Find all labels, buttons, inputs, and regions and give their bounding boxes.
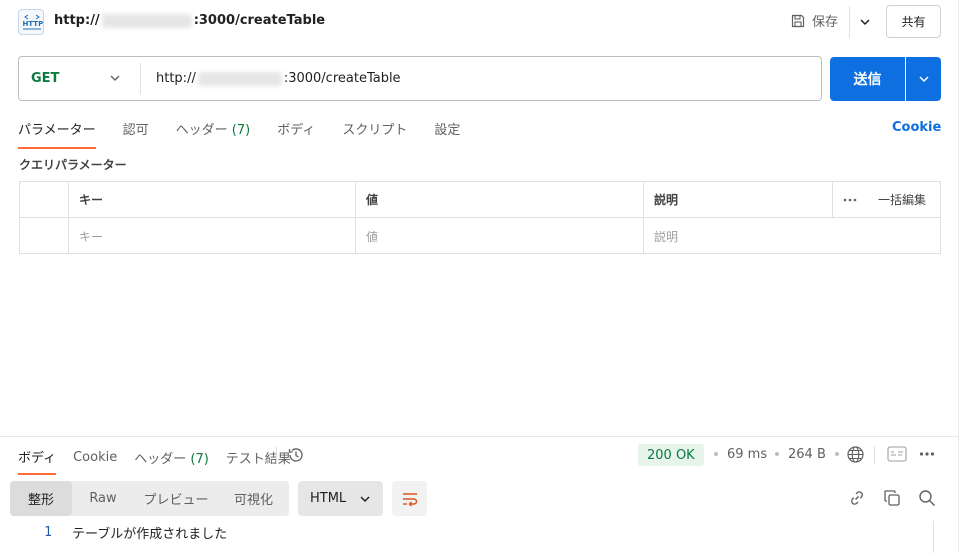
tab-authorization[interactable]: 認可: [123, 119, 149, 149]
request-tabs: パラメーター 認可 ヘッダー (7) ボディ スクリプト 設定: [18, 119, 487, 149]
value-input[interactable]: 値: [356, 218, 644, 254]
format-toggle: 整形 Raw プレビュー 可視化: [10, 481, 289, 516]
http-icon-text: HTTP: [23, 20, 44, 28]
more-options-icon[interactable]: [843, 198, 857, 202]
key-input[interactable]: キー: [69, 218, 356, 254]
save-label: 保存: [812, 15, 839, 30]
response-size[interactable]: 264 B: [788, 447, 826, 462]
globe-icon[interactable]: [846, 445, 865, 464]
column-header-description: 説明: [644, 182, 833, 217]
url-input[interactable]: http:// :3000/createTable: [156, 71, 401, 86]
response-tabs: ボディ Cookie ヘッダー (7) テスト結果: [18, 447, 308, 475]
tab-count: (7): [231, 123, 251, 138]
response-time[interactable]: 69 ms: [727, 447, 767, 462]
cookies-link[interactable]: Cookie: [892, 120, 941, 135]
tab-label: ボディ: [277, 123, 316, 138]
row-checkbox-cell: [20, 218, 69, 254]
scrollbar[interactable]: [933, 521, 934, 553]
checkbox-column: [20, 182, 69, 217]
url-bar: GET http:// :3000/createTable: [18, 56, 822, 101]
column-header-key: キー: [69, 182, 356, 217]
http-request-icon: HTTP: [18, 9, 44, 35]
tab-scripts[interactable]: スクリプト: [342, 119, 407, 149]
line-number: 1: [44, 524, 52, 540]
search-icon[interactable]: [918, 489, 936, 507]
redacted-host: [197, 71, 282, 86]
method-select[interactable]: GET: [31, 71, 59, 86]
tab-body[interactable]: ボディ: [277, 119, 315, 149]
history-icon[interactable]: [287, 446, 305, 464]
tabs-divider: [276, 446, 277, 464]
chevron-down-icon: [918, 73, 930, 85]
tab-label: Cookie: [73, 450, 118, 465]
url-prefix: http://: [156, 71, 196, 86]
tab-params[interactable]: パラメーター: [18, 119, 96, 149]
separator-dot: [714, 452, 718, 456]
wrap-lines-button[interactable]: [392, 481, 427, 516]
tab-response-headers[interactable]: ヘッダー (7): [134, 448, 209, 474]
tab-label: 認可: [122, 123, 149, 138]
save-example-icon[interactable]: [887, 446, 907, 462]
format-visualize[interactable]: 可視化: [218, 481, 289, 516]
separator-dot: [775, 452, 779, 456]
method-divider: [140, 63, 141, 94]
title-url-prefix: http://: [54, 13, 100, 28]
chevron-down-icon: [859, 16, 871, 28]
url-suffix: :3000/createTable: [283, 71, 401, 86]
description-input[interactable]: 説明: [644, 218, 833, 254]
request-title[interactable]: http:// :3000/createTable: [54, 13, 325, 28]
tab-response-body[interactable]: ボディ: [18, 447, 57, 475]
chevron-down-icon: [359, 493, 371, 505]
title-url-suffix: :3000/createTable: [193, 13, 326, 28]
send-options-button[interactable]: [906, 57, 941, 101]
tab-settings[interactable]: 設定: [434, 119, 460, 149]
meta-divider: [874, 446, 875, 464]
tab-label: 設定: [434, 123, 461, 138]
query-params-title: クエリパラメーター: [19, 158, 127, 172]
language-select[interactable]: HTML: [298, 481, 383, 516]
tab-headers[interactable]: ヘッダー (7): [176, 119, 251, 149]
empty-cell: [833, 218, 940, 254]
save-options-button[interactable]: [855, 12, 875, 32]
bulk-edit-button[interactable]: 一括編集: [878, 191, 926, 208]
line-content[interactable]: テーブルが作成されました: [72, 523, 227, 542]
tab-count: (7): [190, 452, 209, 467]
more-options-icon[interactable]: [919, 451, 935, 457]
status-badge[interactable]: 200 OK: [638, 444, 704, 466]
table-header-row: キー 値 説明 一括編集: [20, 182, 940, 218]
save-button[interactable]: 保存: [790, 11, 838, 30]
response-divider: [0, 436, 973, 437]
format-raw[interactable]: Raw: [72, 481, 134, 516]
table-actions: 一括編集: [833, 182, 940, 217]
tab-label: パラメーター: [18, 123, 96, 138]
copy-icon[interactable]: [883, 489, 901, 507]
separator-dot: [835, 452, 839, 456]
code-line: 1 テーブルが作成されました: [0, 521, 973, 543]
tab-label: テスト結果: [225, 452, 291, 467]
column-header-value: 値: [356, 182, 644, 217]
table-row: キー 値 説明: [20, 218, 940, 254]
tab-label: ボディ: [18, 451, 57, 466]
link-icon[interactable]: [848, 489, 866, 507]
params-table: キー 値 説明 一括編集 キー 値 説明: [19, 181, 941, 254]
tab-test-results[interactable]: テスト結果: [226, 448, 291, 474]
redacted-host: [101, 13, 192, 28]
save-icon: [790, 13, 806, 29]
wrap-lines-icon: [401, 491, 419, 507]
send-button[interactable]: 送信: [830, 57, 905, 101]
format-pretty[interactable]: 整形: [10, 481, 72, 516]
language-label: HTML: [310, 491, 347, 506]
right-panel-edge: [958, 0, 973, 553]
chevron-down-icon[interactable]: [109, 72, 121, 84]
format-preview[interactable]: プレビュー: [134, 481, 218, 516]
tab-response-cookies[interactable]: Cookie: [73, 450, 117, 472]
tab-label: スクリプト: [342, 123, 408, 138]
tab-label: ヘッダー: [134, 452, 187, 467]
header-divider: [849, 6, 850, 38]
tab-label: ヘッダー: [175, 123, 228, 138]
share-button[interactable]: 共有: [886, 5, 941, 38]
